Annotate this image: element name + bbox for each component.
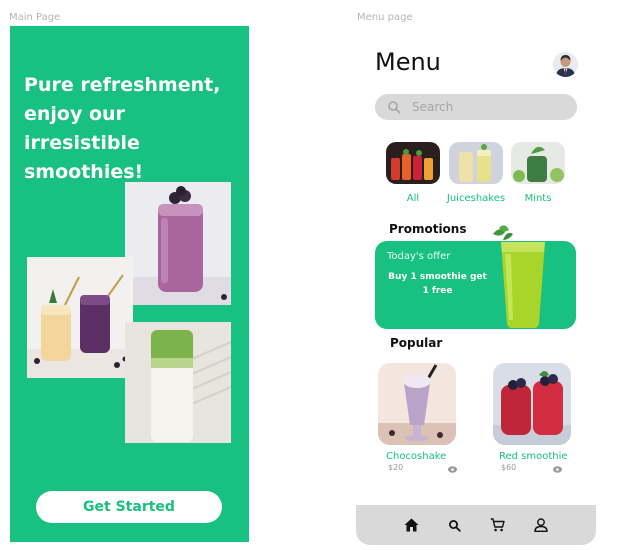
- get-started-button[interactable]: Get Started: [36, 491, 222, 523]
- category-label: Mints: [524, 193, 552, 204]
- product-red-smoothie[interactable]: Red smoothie $60: [493, 363, 577, 473]
- category-all-image: [386, 142, 440, 184]
- main-page-frame-label: Main Page: [9, 12, 61, 23]
- cart-icon: [490, 518, 505, 532]
- category-mints[interactable]: Mints: [510, 142, 566, 204]
- hero-headline: Pure refreshment, enjoy our irresistible…: [24, 74, 221, 183]
- main-page-screen: Pure refreshment, enjoy our irresistible…: [10, 26, 249, 542]
- search-icon: [449, 519, 461, 532]
- product-name: Chocoshake: [386, 451, 447, 462]
- chocoshake-image: [378, 363, 456, 445]
- search-icon: [388, 101, 401, 114]
- promo-subtitle: Today's offer: [387, 251, 451, 262]
- promotions-heading: Promotions: [389, 222, 467, 236]
- green-smoothie-image: [493, 225, 545, 328]
- category-mints-image: [511, 142, 565, 184]
- menu-page-frame-label: Menu page: [357, 12, 413, 23]
- page-title: Menu: [375, 48, 441, 76]
- avatar[interactable]: [553, 52, 578, 77]
- purple-smoothie-photo: [125, 182, 231, 305]
- profile-icon: [533, 518, 548, 532]
- promo-offer-text: Buy 1 smoothie get 1 free: [388, 272, 487, 296]
- product-name: Red smoothie: [499, 451, 568, 462]
- category-all[interactable]: All: [385, 142, 441, 204]
- matcha-smoothie-photo: [125, 322, 231, 443]
- eye-icon[interactable]: [448, 466, 457, 473]
- product-price: $60: [501, 463, 517, 472]
- home-icon: [404, 518, 419, 532]
- product-chocoshake[interactable]: Chocoshake $20: [378, 363, 462, 473]
- nav-cart[interactable]: [488, 515, 508, 535]
- bottom-nav: [356, 505, 596, 545]
- eye-icon[interactable]: [553, 466, 562, 473]
- search-input[interactable]: Search: [375, 94, 577, 120]
- category-juiceshakes[interactable]: Juiceshakes: [447, 142, 505, 204]
- smoothie-trio-photo: [27, 257, 133, 378]
- red-smoothie-image: [493, 363, 571, 445]
- nav-search[interactable]: [445, 515, 465, 535]
- category-label: All: [406, 193, 420, 204]
- popular-heading: Popular: [390, 336, 443, 350]
- category-label: Juiceshakes: [446, 193, 506, 204]
- search-placeholder: Search: [412, 100, 454, 114]
- category-juiceshakes-image: [449, 142, 503, 184]
- menu-page-screen: Menu Search All Juiceshakes Mints Promot…: [356, 26, 596, 545]
- nav-home[interactable]: [402, 515, 422, 535]
- nav-profile[interactable]: [531, 515, 551, 535]
